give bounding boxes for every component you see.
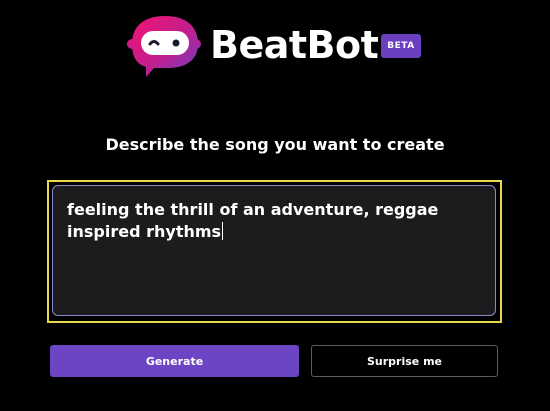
- text-caret: [222, 222, 224, 240]
- surprise-me-button[interactable]: Surprise me: [311, 345, 498, 377]
- header: BeatBot BETA: [0, 0, 550, 90]
- beta-badge: BETA: [381, 34, 421, 58]
- generate-button[interactable]: Generate: [50, 345, 299, 377]
- song-description-value: feeling the thrill of an adventure, regg…: [67, 200, 439, 241]
- song-description-textarea[interactable]: feeling the thrill of an adventure, regg…: [52, 185, 496, 316]
- prompt-heading: Describe the song you want to create: [105, 135, 445, 154]
- robot-chat-bubble-icon: [127, 16, 201, 77]
- brand-name: BeatBot: [210, 23, 379, 67]
